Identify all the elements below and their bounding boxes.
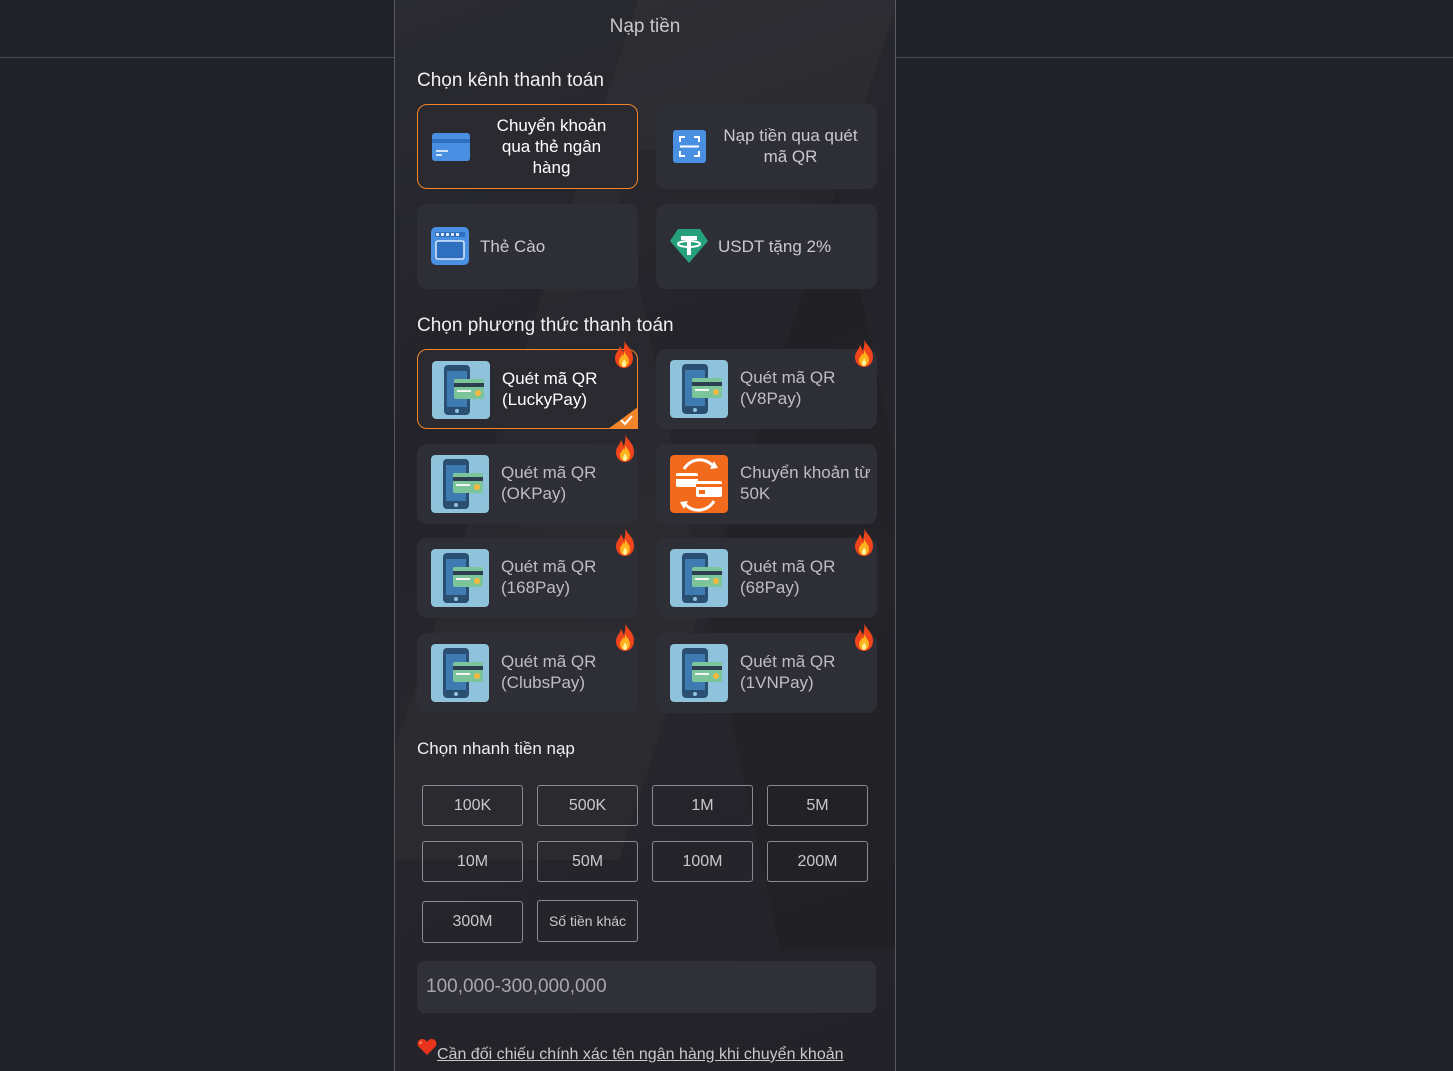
amount-button[interactable]: 5M	[767, 785, 868, 826]
quick-amount-title: Chọn nhanh tiền nạp	[417, 739, 575, 758]
qr-scan-icon	[673, 130, 706, 163]
method-card[interactable]: Quét mã QR (V8Pay)	[656, 339, 877, 429]
channel-usdt[interactable]: USDT tặng 2%	[656, 204, 877, 289]
amount-button[interactable]: 10M	[422, 841, 523, 882]
amount-input[interactable]	[417, 961, 876, 1013]
hot-fire-icon	[616, 434, 634, 462]
bank-card-icon	[432, 133, 470, 161]
method-label: Quét mã QR (1VNPay)	[740, 652, 836, 692]
hot-fire-icon	[615, 340, 633, 368]
phone-card-icon	[432, 361, 490, 419]
hot-fire-icon	[616, 623, 634, 651]
channel-qr[interactable]: Nạp tiền qua quét mã QR	[656, 104, 877, 189]
phone-card-icon	[431, 549, 489, 607]
amount-button[interactable]: 100M	[652, 841, 753, 882]
channel-label: USDT tặng 2%	[718, 237, 832, 256]
tether-icon	[670, 229, 708, 263]
transfer-icon	[670, 455, 728, 513]
channel-bank-card[interactable]: Chuyển khoản qua thẻ ngân hàng	[417, 104, 638, 189]
amount-button[interactable]: 200M	[767, 841, 868, 882]
hot-fire-icon	[855, 339, 873, 367]
selected-check-icon	[608, 407, 638, 429]
amount-button[interactable]: 300M	[422, 901, 523, 943]
method-label: Quét mã QR (168Pay)	[501, 557, 597, 597]
heart-icon	[417, 1039, 437, 1055]
phone-card-icon	[670, 360, 728, 418]
hot-fire-icon	[616, 528, 634, 556]
deposit-panel: Nạp tiền Chọn kênh thanh toán Chuyển kho…	[394, 0, 896, 1071]
method-label: Quét mã QR (ClubsPay)	[501, 652, 597, 692]
method-card[interactable]: Quét mã QR (LuckyPay)	[417, 340, 638, 429]
method-card[interactable]: Quét mã QR (168Pay)	[417, 528, 638, 618]
channel-label: Nạp tiền qua quét mã QR	[723, 126, 858, 166]
amount-button[interactable]: 100K	[422, 785, 523, 826]
phone-card-icon	[431, 455, 489, 513]
other-amount-button[interactable]: Số tiền khác	[537, 900, 638, 942]
channel-label: Thẻ Cào	[480, 237, 546, 256]
method-label: Quét mã QR (OKPay)	[501, 463, 597, 503]
amount-button[interactable]: 500K	[537, 785, 638, 826]
bank-name-note-link[interactable]: Cần đối chiếu chính xác tên ngân hàng kh…	[437, 1046, 844, 1063]
method-label: Quét mã QR (LuckyPay)	[502, 369, 598, 409]
method-card[interactable]: Quét mã QR (ClubsPay)	[417, 623, 638, 713]
phone-card-icon	[670, 644, 728, 702]
method-card[interactable]: Quét mã QR (1VNPay)	[656, 623, 877, 713]
channel-section-title: Chọn kênh thanh toán	[417, 70, 604, 91]
hot-fire-icon	[855, 528, 873, 556]
method-label: Chuyển khoản từ 50K	[740, 463, 871, 503]
phone-card-icon	[431, 644, 489, 702]
bank-name-note: Cần đối chiếu chính xác tên ngân hàng kh…	[417, 1039, 844, 1064]
scratch-card-icon	[431, 227, 469, 265]
amount-button[interactable]: 1M	[652, 785, 753, 826]
hot-fire-icon	[855, 623, 873, 651]
amount-button[interactable]: 50M	[537, 841, 638, 882]
method-card[interactable]: Chuyển khoản từ 50K	[656, 444, 877, 524]
phone-card-icon	[670, 549, 728, 607]
method-label: Quét mã QR (68Pay)	[740, 557, 836, 597]
method-card[interactable]: Quét mã QR (68Pay)	[656, 528, 877, 618]
page-title: Nạp tiền	[609, 16, 681, 37]
method-label: Quét mã QR (V8Pay)	[740, 368, 836, 408]
method-card[interactable]: Quét mã QR (OKPay)	[417, 434, 638, 524]
method-section-title: Chọn phương thức thanh toán	[417, 315, 674, 336]
channel-scratch-card[interactable]: Thẻ Cào	[417, 204, 638, 289]
channel-label: Chuyển khoản qua thẻ ngân hàng	[496, 116, 607, 177]
